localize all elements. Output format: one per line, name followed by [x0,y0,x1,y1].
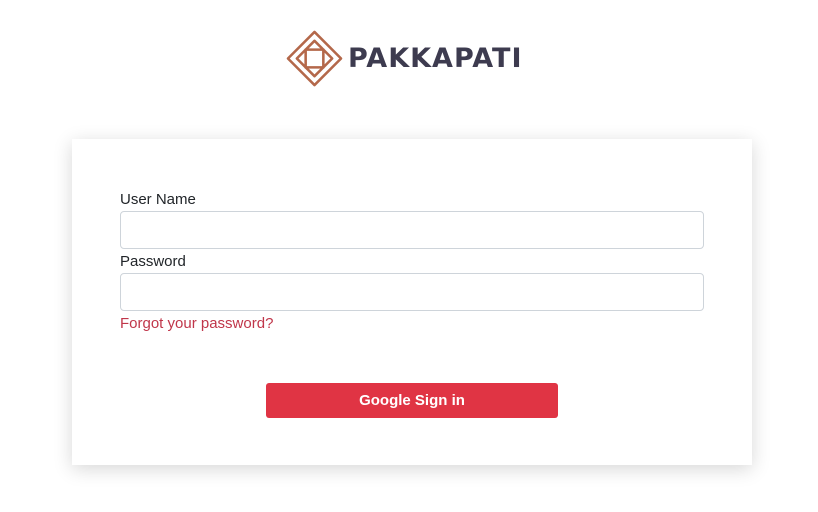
password-input[interactable] [120,273,704,311]
login-card: User Name Password Forgot your password?… [72,139,752,465]
username-input[interactable] [120,211,704,249]
username-label: User Name [120,191,196,208]
brand-name: PAKKAPATI [348,43,523,74]
brand-logo-icon [286,30,343,87]
google-sign-in-button[interactable]: Google Sign in [266,383,558,418]
brand-header: PAKKAPATI [286,30,523,87]
password-label: Password [120,253,186,270]
forgot-password-link[interactable]: Forgot your password? [120,315,273,332]
login-page: PAKKAPATI User Name Password Forgot your… [0,0,818,512]
